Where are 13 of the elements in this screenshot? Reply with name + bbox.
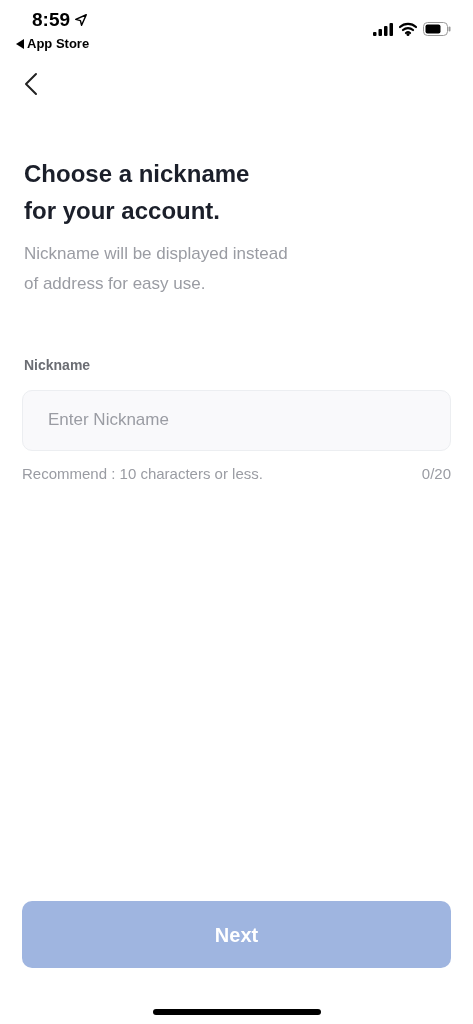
signal-icon [373, 22, 393, 36]
nickname-input[interactable]: Enter Nickname [22, 389, 451, 451]
wifi-icon [399, 22, 417, 36]
battery-icon [423, 22, 451, 36]
field-hint: Recommend : 10 characters or less. [22, 463, 263, 484]
field-label: Nickname [24, 355, 92, 375]
back-to-app-link[interactable]: App Store [27, 34, 90, 54]
page-subtitle: Nickname will be displayed instead of address for easy use. [24, 242, 289, 295]
location-arrow-icon [74, 13, 89, 27]
status-time: 8:59 [32, 8, 71, 32]
page-title: Choose a nickname for your account. [24, 158, 251, 226]
character-counter: 0/20 [421, 463, 451, 484]
back-triangle-icon[interactable] [16, 38, 24, 49]
